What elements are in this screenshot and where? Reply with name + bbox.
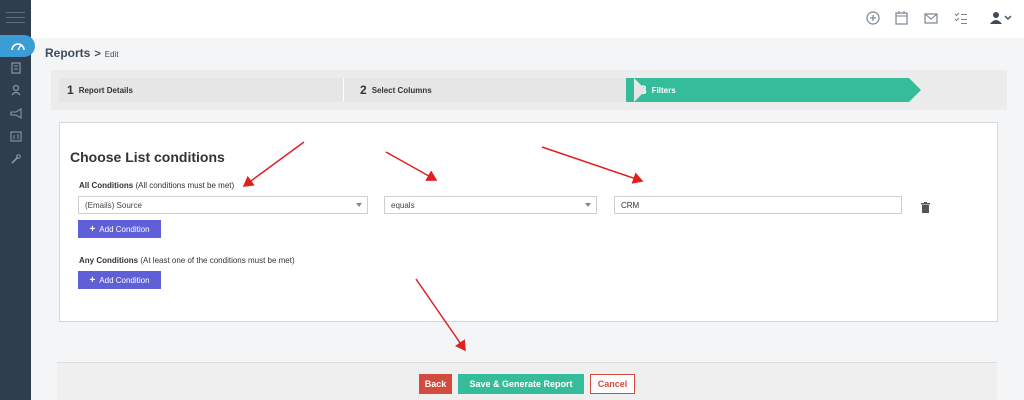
all-conditions-hint: (All conditions must be met) [135,181,235,190]
step-number: 1 [67,83,74,97]
any-conditions-label: Any Conditions [79,256,139,265]
breadcrumb-current: Edit [104,50,119,59]
condition-value-input[interactable]: CRM [614,196,902,214]
add-condition-any-button[interactable]: + Add Condition [78,271,161,289]
all-conditions-label: All Conditions [79,181,134,190]
step-select-columns[interactable]: 2 Select Columns [343,78,646,102]
step-filters[interactable]: 3 Filters [626,78,921,102]
condition-field-select[interactable]: (Emails) Source [78,196,368,214]
footer-actions: Back Save & Generate Report Cancel [57,362,997,400]
chevron-down-icon [585,203,591,207]
step-label: Report Details [78,85,133,95]
tools-icon[interactable] [0,149,31,169]
step-label: Select Columns [371,85,432,95]
any-conditions-hint: (At least one of the conditions must be … [140,256,295,265]
cancel-button[interactable]: Cancel [590,374,635,394]
step-label: Filters [651,85,676,95]
menu-icon[interactable] [6,12,25,24]
chevron-down-icon [356,203,362,207]
dashboard-icon[interactable] [2,36,33,56]
chevron-down-icon[interactable] [1003,10,1013,26]
all-conditions-heading: All Conditions (All conditions must be m… [79,181,234,190]
calculator-icon[interactable] [0,58,31,78]
step-number: 2 [360,83,367,97]
add-condition-label: Add Condition [99,275,150,285]
conditions-panel: Choose List conditions All Conditions (A… [59,122,998,322]
panel-title: Choose List conditions [70,149,225,165]
condition-operator-value: equals [391,200,415,210]
breadcrumb: Reports > Edit [45,46,119,60]
plus-icon: + [89,223,96,235]
add-condition-label: Add Condition [99,224,150,234]
reports-icon[interactable] [0,126,31,146]
user-icon[interactable] [0,80,31,100]
calendar-icon[interactable] [893,10,909,26]
any-conditions-heading: Any Conditions (At least one of the cond… [79,256,295,265]
condition-field-value: (Emails) Source [85,200,142,210]
condition-operator-select[interactable]: equals [384,196,597,214]
back-button[interactable]: Back [419,374,452,394]
add-condition-all-button[interactable]: + Add Condition [78,220,161,238]
megaphone-icon[interactable] [0,103,31,123]
user-icon[interactable] [988,10,1004,26]
tasks-icon[interactable] [953,10,969,26]
breadcrumb-separator: > [94,48,101,60]
breadcrumb-reports-link[interactable]: Reports [45,46,90,60]
mail-icon[interactable] [923,10,939,26]
step-report-details[interactable]: 1 Report Details [59,78,356,102]
plus-icon: + [89,274,96,286]
save-generate-report-button[interactable]: Save & Generate Report [458,374,584,394]
condition-value-text: CRM [621,200,640,210]
plus-circle-icon[interactable] [865,10,881,26]
trash-icon[interactable] [921,200,930,213]
top-bar [31,0,1024,38]
sidebar [0,0,35,400]
wizard-steps: 1 Report Details 2 Select Columns 3 Filt… [51,70,1007,110]
